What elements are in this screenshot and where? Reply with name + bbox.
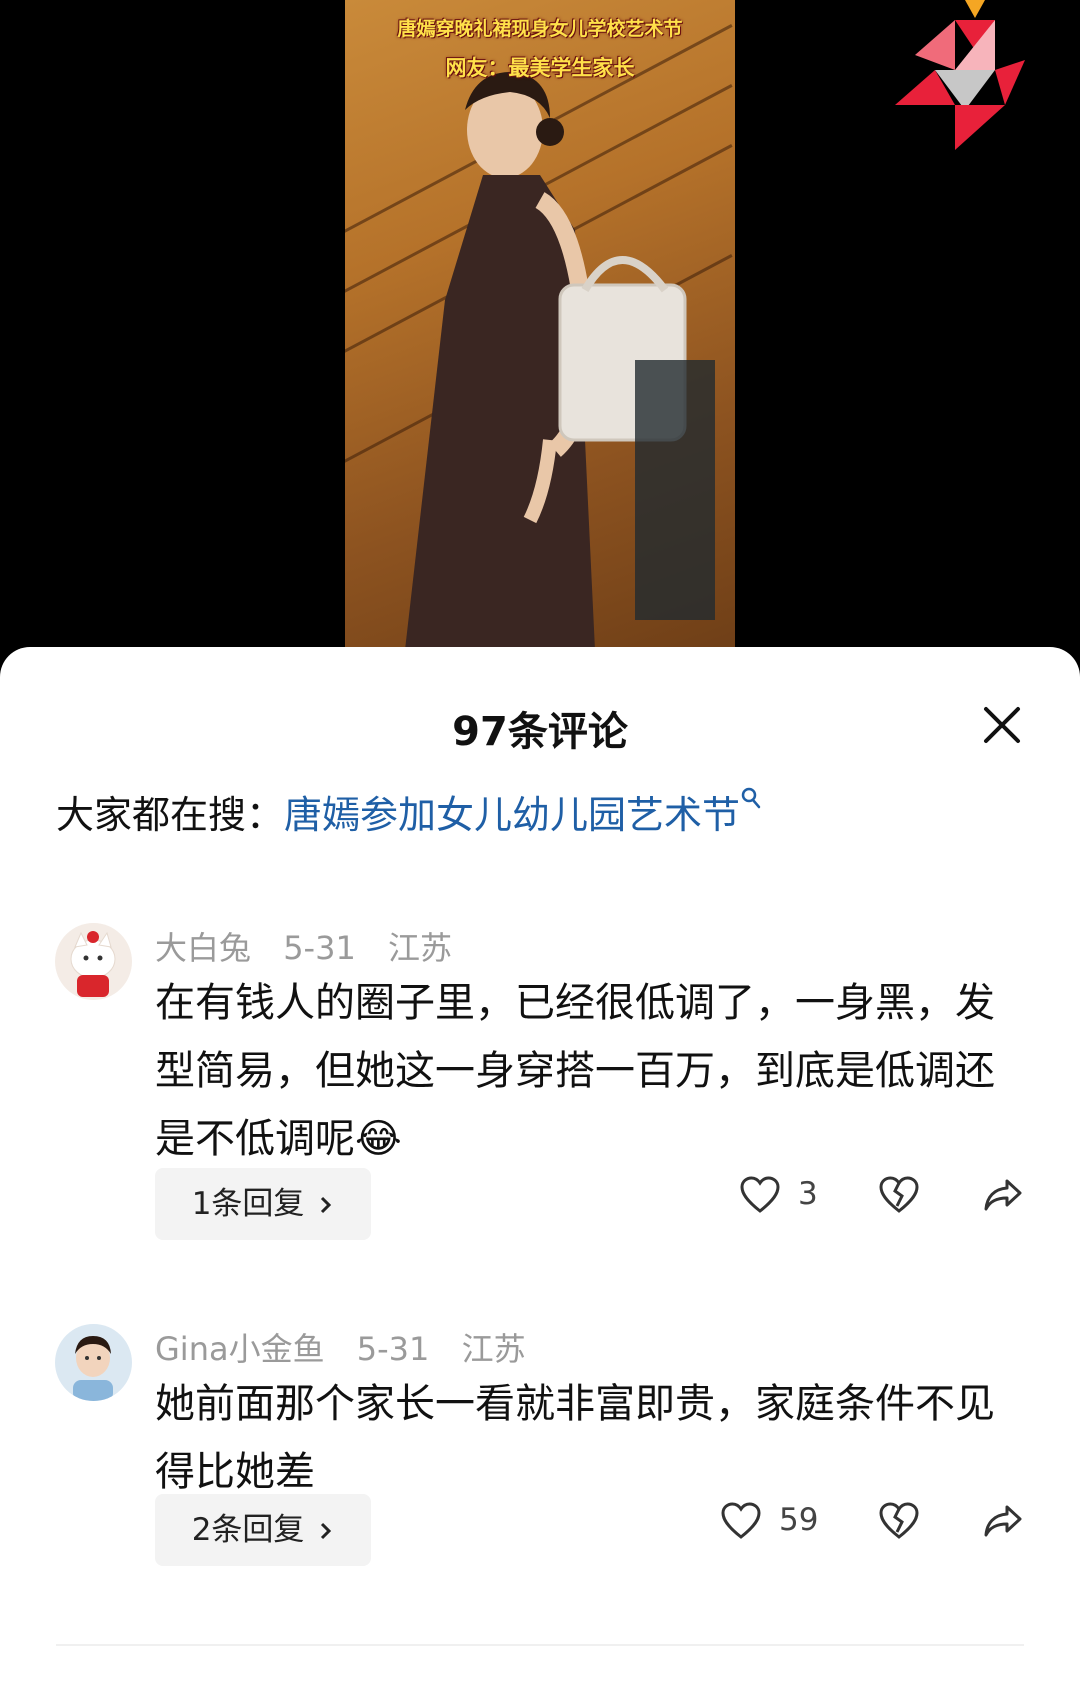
like-count: 59 (779, 1502, 819, 1538)
comment-location: 江苏 (461, 1330, 526, 1368)
trending-search-link[interactable]: 唐嫣参加女儿幼儿园艺术节 (284, 787, 762, 837)
close-icon[interactable] (980, 703, 1024, 747)
comment-location: 江苏 (387, 929, 452, 967)
video-frame[interactable]: 唐嫣穿晚礼裙现身女儿学校艺术节 网友：最美学生家长 (345, 0, 735, 650)
chevron-right-icon (321, 1196, 332, 1214)
view-replies-button[interactable]: 1条回复 (155, 1168, 371, 1240)
comment-meta: 大白兔 5-31 江苏 (155, 923, 474, 969)
chevron-right-icon (321, 1522, 332, 1540)
like-count: 3 (798, 1176, 818, 1212)
comment-text-block: 在有钱人的圈子里，已经很低调了，一身黑，发型简易，但她这一身穿搭一百万，到底是低… (155, 969, 1005, 1173)
video-figure-image (405, 71, 715, 650)
comment-username[interactable]: 大白兔 (155, 929, 251, 967)
heart-icon[interactable] (721, 1502, 761, 1540)
comment-date: 5-31 (356, 1330, 430, 1368)
comment-text: 她前面那个家长一看就非富即贵，家庭条件不见得比她差 (155, 1381, 995, 1495)
comment-text: 在有钱人的圈子里，已经很低调了，一身黑，发型简易，但她这一身穿搭一百万，到底是低… (155, 980, 995, 1162)
video-caption-title: 唐嫣穿晚礼裙现身女儿学校艺术节 (397, 18, 683, 40)
comment-username[interactable]: Gina小金鱼 (155, 1330, 325, 1368)
comment-meta: Gina小金鱼 5-31 江苏 (155, 1324, 548, 1370)
reply-count-label: 1条回复 (191, 1186, 305, 1222)
app-logo-icon (895, 0, 1025, 150)
search-icon (741, 787, 761, 809)
broken-heart-icon[interactable] (879, 1176, 919, 1214)
broken-heart-icon[interactable] (879, 1502, 919, 1540)
cat-avatar-icon (55, 923, 132, 1000)
trending-search-prefix: 大家都在搜： (56, 793, 285, 837)
share-icon[interactable] (983, 1177, 1023, 1213)
laughing-crying-emoji-icon: 😂 (355, 1116, 402, 1162)
view-replies-button[interactable]: 2条回复 (155, 1494, 371, 1566)
share-icon[interactable] (983, 1503, 1023, 1539)
video-caption-subtitle: 网友：最美学生家长 (445, 56, 635, 80)
comment-count-title: 97条评论 (452, 709, 628, 755)
reply-count-label: 2条回复 (191, 1512, 305, 1548)
comment-sheet: 97条评论 大家都在搜：唐嫣参加女儿幼儿园艺术节 大白兔 5-31 江苏 在有钱… (0, 647, 1080, 1691)
video-player[interactable]: 唐嫣穿晚礼裙现身女儿学校艺术节 网友：最美学生家长 (0, 0, 1080, 680)
heart-icon[interactable] (740, 1176, 780, 1214)
trending-search-term: 唐嫣参加女儿幼儿园艺术节 (284, 793, 741, 837)
child-avatar-icon (55, 1324, 132, 1401)
avatar[interactable] (55, 1324, 132, 1401)
trending-search-bar: 大家都在搜：唐嫣参加女儿幼儿园艺术节 (56, 784, 762, 839)
comment-date: 5-31 (283, 929, 356, 967)
divider (56, 1644, 1024, 1646)
avatar[interactable] (55, 923, 132, 1000)
